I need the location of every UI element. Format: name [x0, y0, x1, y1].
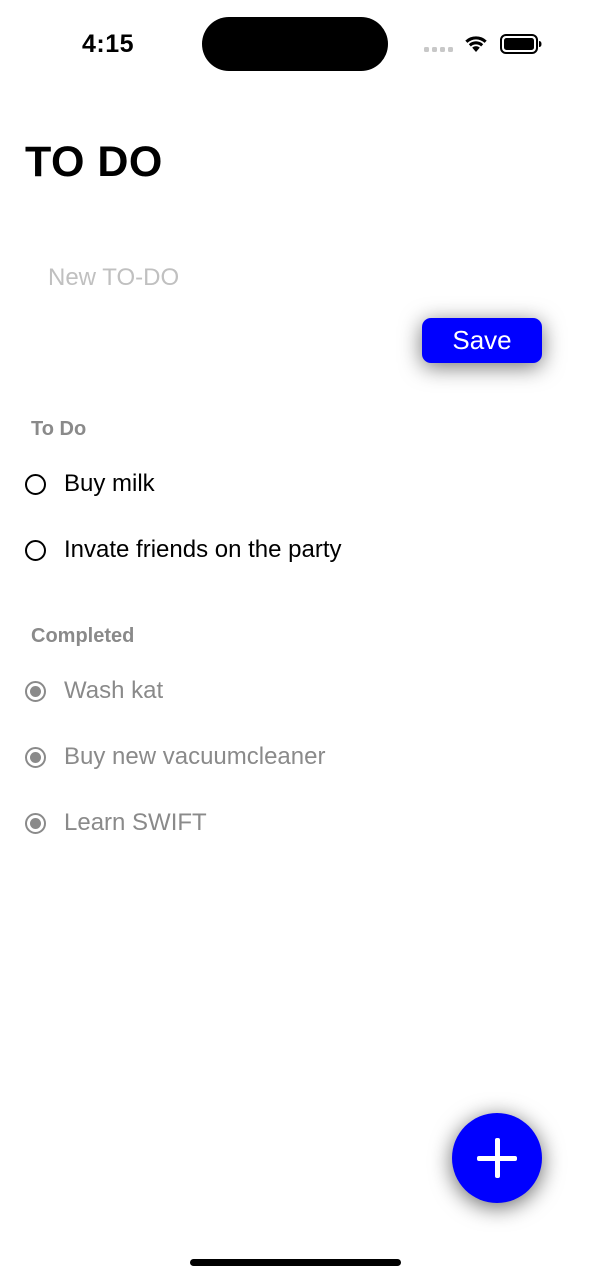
radio-checked-icon[interactable]: [25, 680, 46, 702]
home-indicator[interactable]: [190, 1259, 401, 1266]
status-time: 4:15: [82, 30, 135, 58]
add-todo-button[interactable]: [452, 1113, 542, 1203]
todo-item-label: Buy milk: [64, 470, 155, 497]
completed-item[interactable]: Wash kat: [25, 671, 163, 711]
plus-icon: [477, 1138, 517, 1178]
save-button[interactable]: Save: [422, 318, 542, 363]
page-title: TO DO: [25, 138, 163, 186]
completed-item-label: Wash kat: [64, 677, 164, 704]
radio-unchecked-icon[interactable]: [25, 539, 46, 561]
completed-item[interactable]: Learn SWIFT: [25, 803, 207, 843]
dynamic-island: [202, 17, 388, 71]
section-header-completed: Completed: [31, 625, 135, 647]
signal-icon: [424, 47, 453, 52]
new-todo-input[interactable]: [48, 260, 528, 296]
todo-item[interactable]: Buy milk: [25, 464, 155, 504]
radio-unchecked-icon[interactable]: [25, 473, 46, 495]
todo-item[interactable]: Invate friends on the party: [25, 530, 342, 570]
battery-icon: [500, 34, 542, 54]
completed-item-label: Learn SWIFT: [64, 809, 207, 836]
completed-item[interactable]: Buy new vacuumcleaner: [25, 737, 325, 777]
section-header-todo: To Do: [31, 418, 87, 440]
wifi-icon: [465, 36, 487, 52]
todo-item-label: Invate friends on the party: [64, 536, 342, 563]
todo-screen: 4:15 TO DO Save To Do Buy milk Invate fr…: [0, 0, 590, 1278]
radio-checked-icon[interactable]: [25, 812, 46, 834]
radio-checked-icon[interactable]: [25, 746, 46, 768]
completed-item-label: Buy new vacuumcleaner: [64, 743, 326, 770]
